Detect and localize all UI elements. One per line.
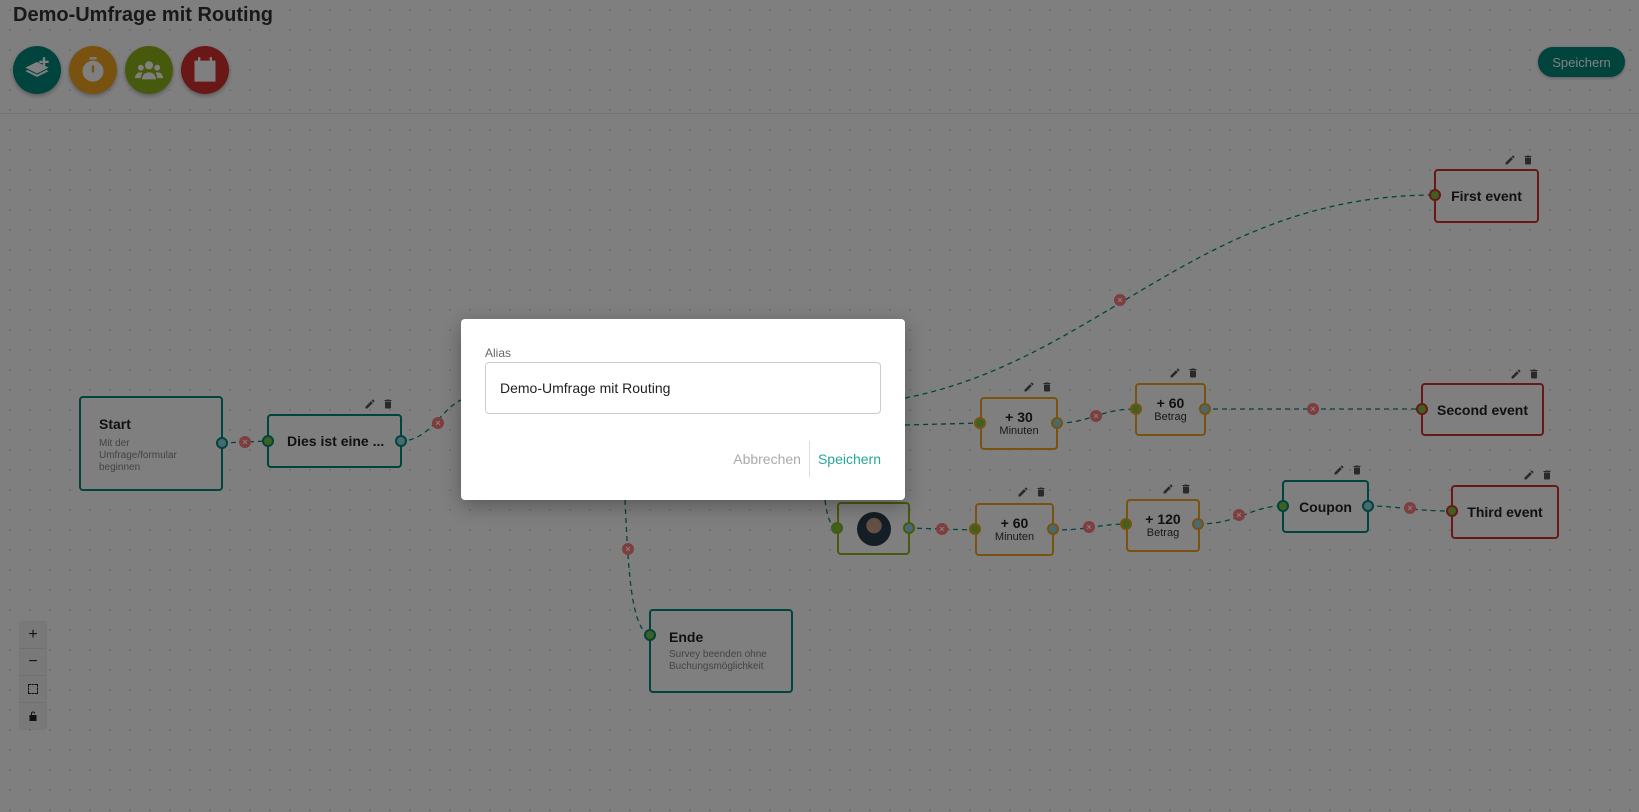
dialog-actions: Abbrechen Speichern <box>733 441 881 477</box>
alias-label: Alias <box>485 346 512 360</box>
cancel-button[interactable]: Abbrechen <box>733 451 809 467</box>
alias-input[interactable] <box>485 362 881 414</box>
dialog-save-button[interactable]: Speichern <box>810 451 881 467</box>
alias-dialog: Alias Abbrechen Speichern <box>461 319 905 500</box>
